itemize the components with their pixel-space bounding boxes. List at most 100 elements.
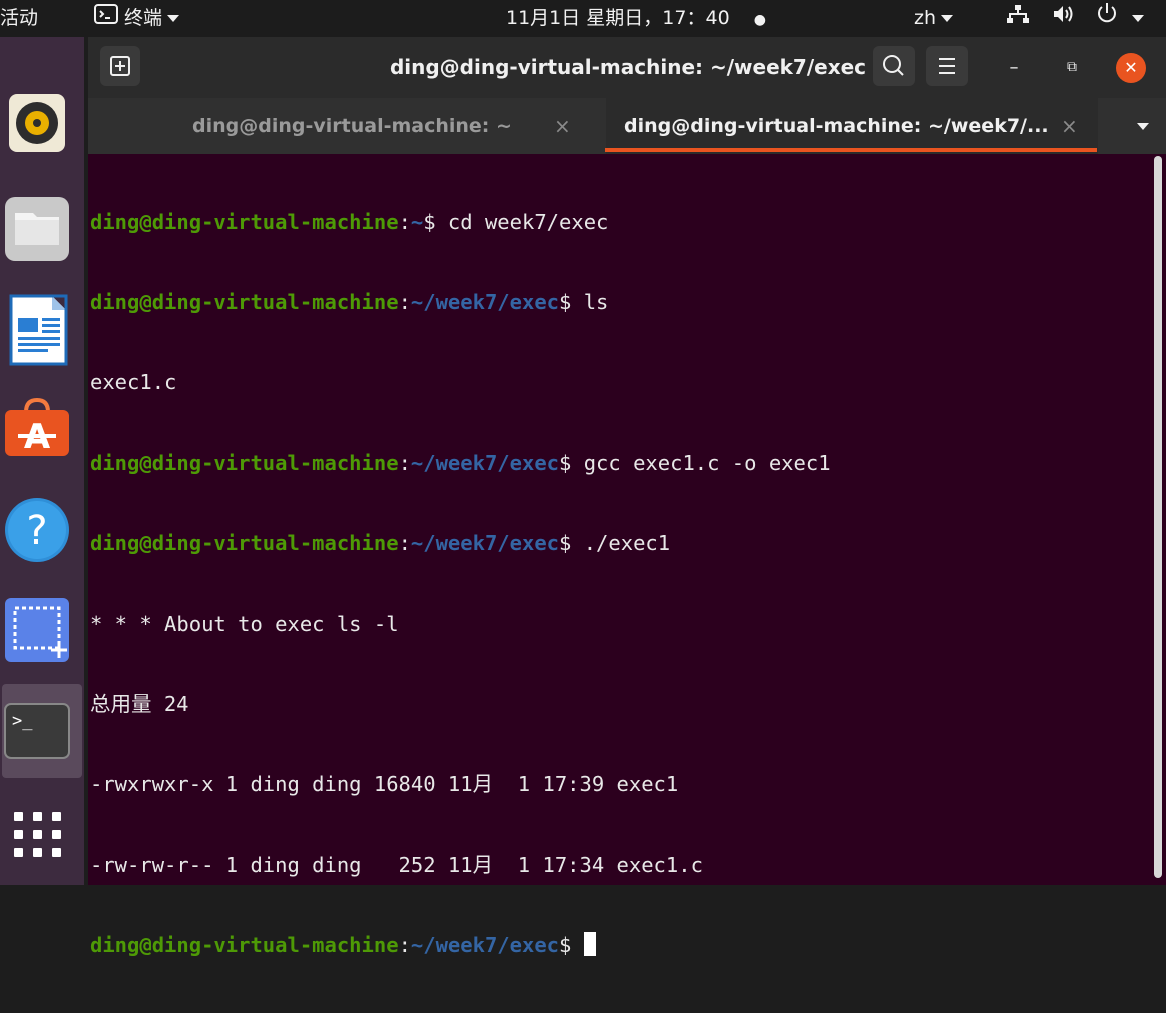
minimize-icon: – [1009,57,1019,78]
prompt-dollar: $ [559,450,572,475]
prompt-path: ~/week7/exec [410,450,560,475]
terminal-icon: >_ [4,703,70,759]
title-bar: ding@ding-virtual-machine: ~/week7/exec … [88,37,1166,98]
software-store-icon: A [5,397,69,457]
prompt-dollar: $ [559,289,572,314]
terminal-output-line: * * * About to exec ls -l [90,611,399,636]
prompt-path: ~/week7/exec [410,933,560,958]
dock-item-screenshot[interactable] [2,592,82,672]
text-cursor [583,932,596,957]
hamburger-menu-icon [939,58,955,74]
chevron-down-icon [1137,123,1149,130]
search-icon [883,55,904,76]
top-bar: 活动 终端 11月1日 星期日，17：40 ● zh [0,0,1166,37]
prompt-dollar: $ [559,531,572,556]
tab-exec[interactable]: ding@ding-virtual-machine: ~/week7/... × [606,98,1098,154]
dock-item-help[interactable]: ? [2,492,82,572]
app-grid-icon [14,812,61,857]
volume-icon [1052,0,1076,37]
app-name: 终端 [124,7,163,29]
terminal-output-line: exec1.c [90,370,177,395]
system-menu-button[interactable] [1006,0,1145,37]
dock-item-rhythmbox[interactable] [2,87,82,167]
tab-home[interactable]: ding@ding-virtual-machine: ~ × [88,98,606,154]
maximize-icon: ⧉ [1067,59,1077,75]
prompt-user-host: ding@ding-virtual-machine [90,531,399,556]
prompt-dollar: $ [559,933,572,958]
tab-list-button[interactable] [1120,98,1160,154]
dock-item-terminal[interactable]: >_ [2,684,82,778]
command-text: ./exec1 [571,531,671,556]
search-button[interactable] [873,46,915,86]
close-icon: ✕ [1124,58,1138,77]
tab-exec-label: ding@ding-virtual-machine: ~/week7/... [624,115,1049,137]
writer-document-icon [9,294,68,366]
clock-button[interactable]: 11月1日 星期日，17：40 ● [506,0,766,37]
tab-bar: ding@ding-virtual-machine: ~ × ding@ding… [88,98,1166,154]
dock-item-libreoffice-writer[interactable] [2,290,82,370]
active-tab-indicator [605,148,1097,152]
prompt-sep: : [398,450,411,475]
command-text: cd week7/exec [435,209,609,234]
terminal-content[interactable]: ding@ding-virtual-machine:~$ cd week7/ex… [90,155,1140,958]
command-text: gcc exec1.c -o exec1 [571,450,831,475]
screenshot-icon [5,598,69,662]
terminal-output-line: -rwxrwxr-x 1 ding ding 16840 11月 1 17:39… [90,772,679,797]
terminal-output-line: 总用量 24 [90,691,189,716]
terminal-line: ding@ding-virtual-machine:~/week7/exec$ … [90,450,1140,477]
chevron-down-icon [167,15,180,22]
chevron-down-icon [941,15,954,22]
folder-icon [5,197,69,261]
prompt-sep: : [398,531,411,556]
prompt-user-host: ding@ding-virtual-machine [90,289,399,314]
prompt-sep: : [398,289,411,314]
terminal-line: ding@ding-virtual-machine:~/week7/exec$ … [90,289,1140,316]
prompt-user-host: ding@ding-virtual-machine [90,933,399,958]
app-menu-button[interactable]: 终端 [94,0,180,37]
terminal-line: ding@ding-virtual-machine:~/week7/exec$ … [90,530,1140,557]
prompt-path: ~/week7/exec [410,289,560,314]
help-icon: ? [5,498,69,562]
dock-item-ubuntu-software[interactable]: A [2,392,82,472]
tab-home-close-icon[interactable]: × [554,98,571,154]
music-player-icon [9,94,65,152]
network-icon [1006,0,1030,37]
dock-item-files[interactable] [2,189,82,269]
activities-button[interactable]: 活动 [0,0,38,37]
chevron-down-icon [1132,15,1145,22]
terminal-icon [94,0,118,37]
dock-item-show-applications[interactable] [2,797,82,877]
prompt-path: ~/week7/exec [410,531,560,556]
power-icon [1096,0,1118,37]
tab-exec-close-icon[interactable]: × [1061,98,1078,154]
close-button[interactable]: ✕ [1116,53,1146,83]
prompt-sep: : [398,933,411,958]
terminal-line: ding@ding-virtual-machine:~$ cd week7/ex… [90,209,1140,236]
menu-button[interactable] [926,46,968,86]
clock-label: 11月1日 星期日，17：40 [506,7,730,29]
new-tab-button[interactable] [100,46,140,86]
language-button[interactable]: zh [914,0,954,37]
terminal-window: ding@ding-virtual-machine: ~/week7/exec … [88,37,1166,958]
dock: A ? >_ [0,37,84,885]
language-label: zh [914,7,937,29]
scrollbar[interactable] [1154,156,1162,878]
window-title: ding@ding-virtual-machine: ~/week7/exec [389,55,867,79]
command-text [571,933,583,957]
minimize-button[interactable]: – [994,37,1034,98]
svg-text:>_: >_ [12,711,33,731]
maximize-button[interactable]: ⧉ [1052,37,1092,98]
command-text: ls [571,289,609,314]
activities-label: 活动 [0,7,39,29]
prompt-path: ~ [410,209,424,234]
svg-text:?: ? [26,508,47,554]
prompt-user-host: ding@ding-virtual-machine [90,209,399,234]
notification-dot-icon: ● [753,12,766,28]
prompt-sep: : [398,209,411,234]
terminal-output-line: -rw-rw-r-- 1 ding ding 252 11月 1 17:34 e… [90,852,703,877]
tab-home-label: ding@ding-virtual-machine: ~ [192,115,512,137]
prompt-user-host: ding@ding-virtual-machine [90,450,399,475]
new-tab-icon [110,56,130,76]
prompt-dollar: $ [423,209,436,234]
terminal-line: ding@ding-virtual-machine:~/week7/exec$ [90,932,1140,959]
